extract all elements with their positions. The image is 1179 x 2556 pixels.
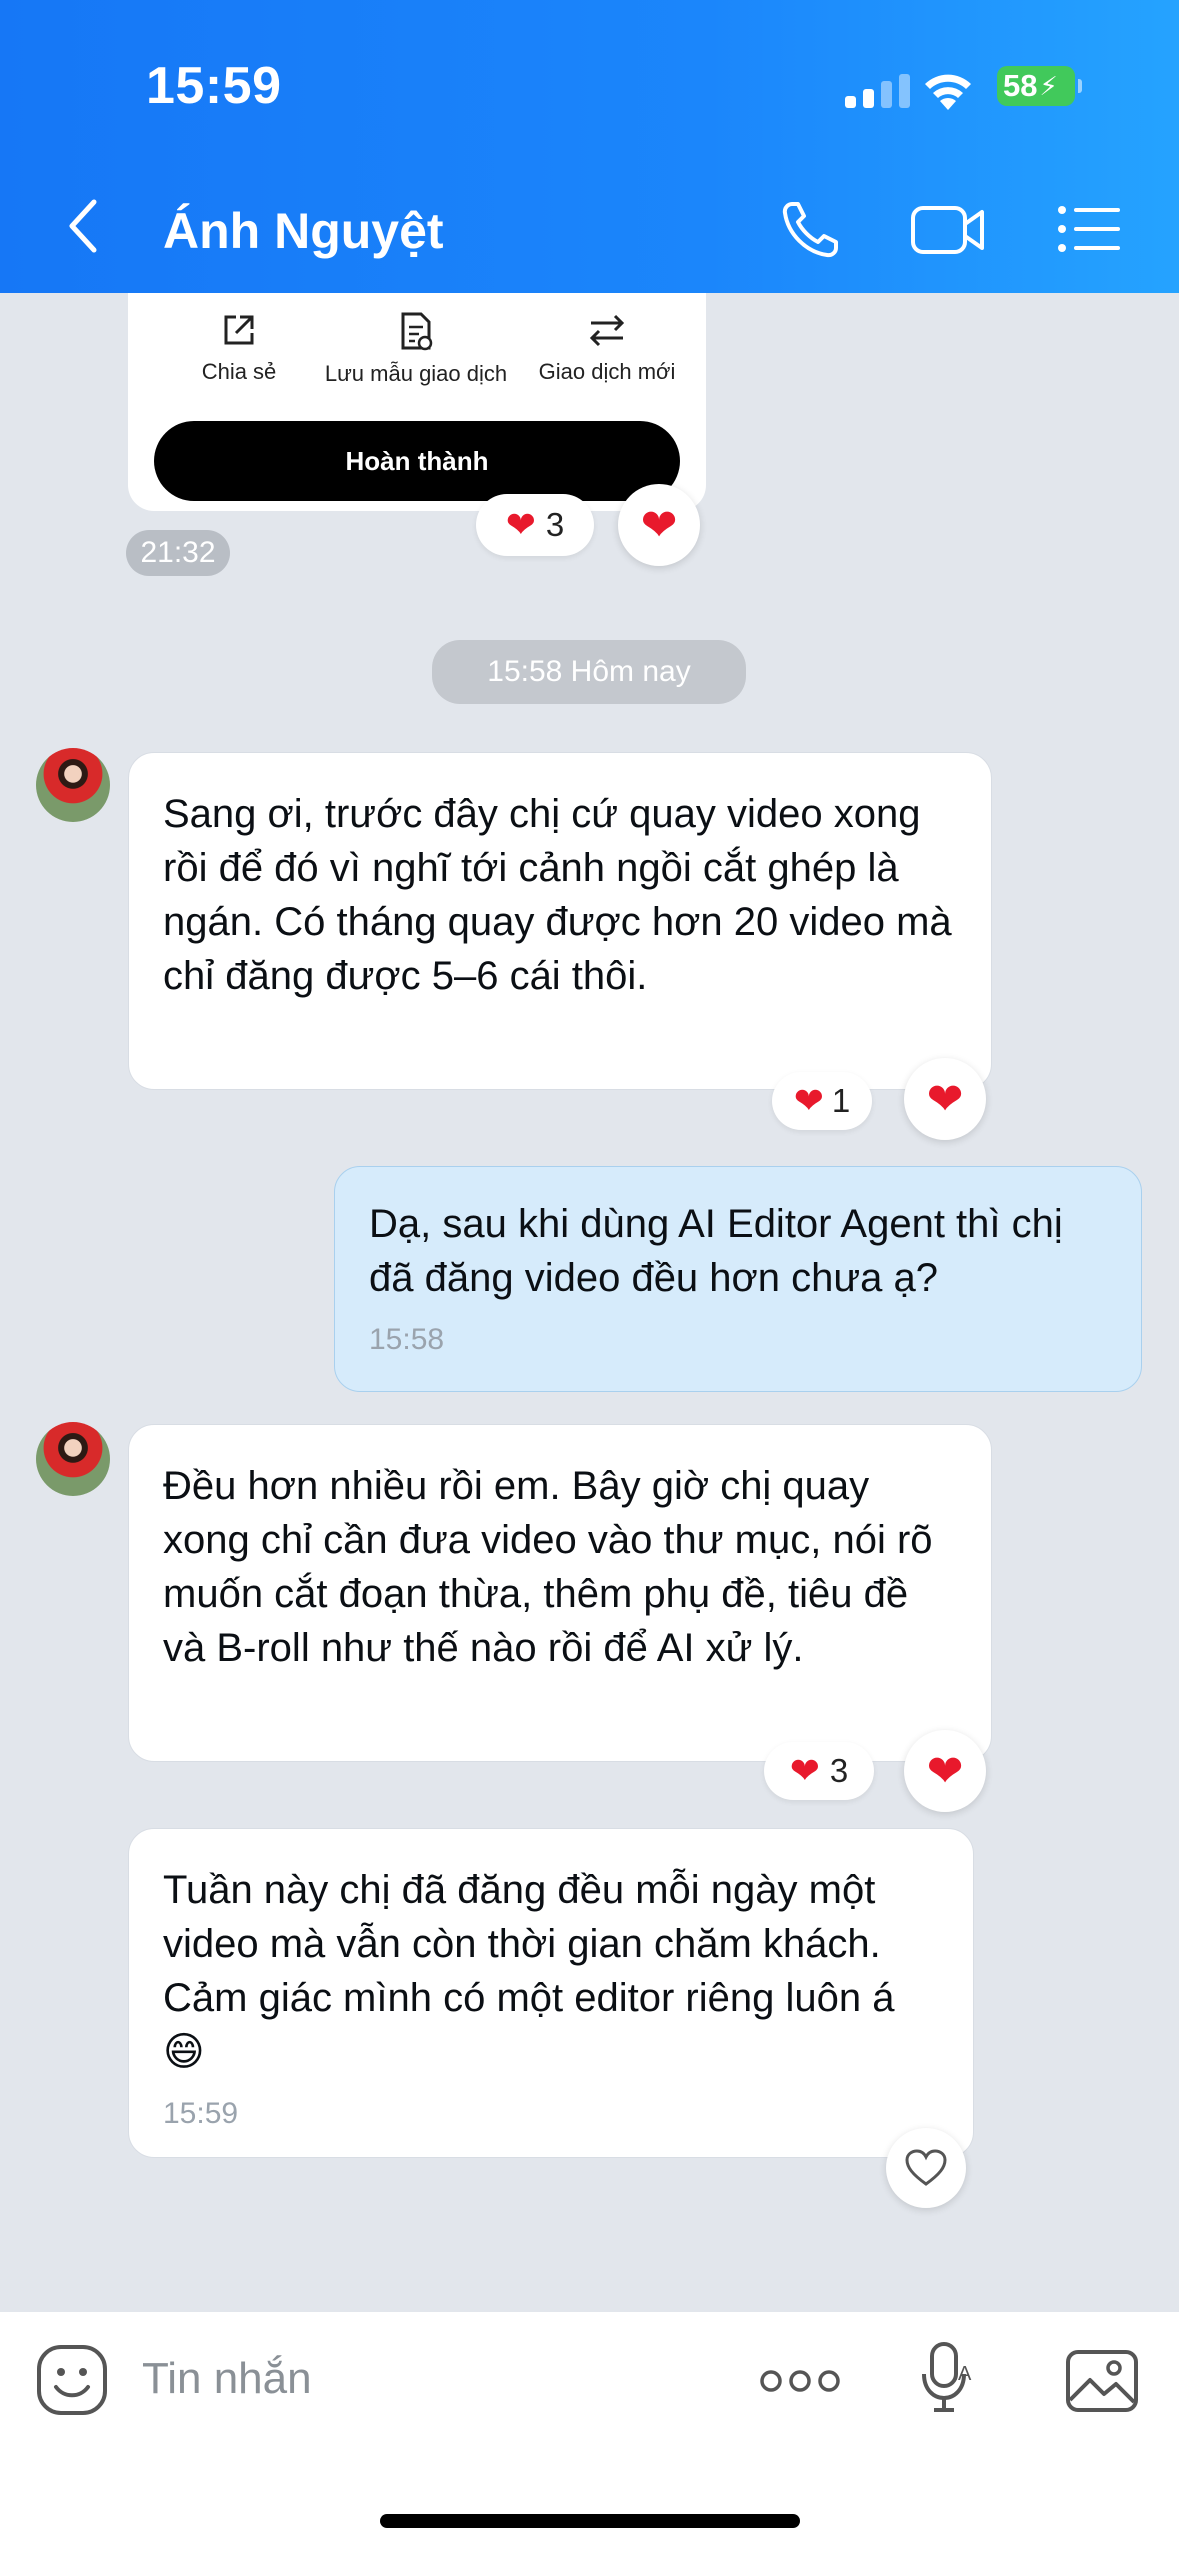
heart-filled-icon: ❤ — [926, 1074, 964, 1124]
reaction-count-pill[interactable]: ❤ 1 — [772, 1072, 872, 1130]
photo-gallery-icon[interactable] — [1064, 2348, 1140, 2414]
chat-header: 15:59 58 ⚡ Ánh Nguyệt — [0, 0, 1179, 293]
share-label: Chia sẻ — [201, 359, 277, 384]
reaction-count-pill[interactable]: ❤ 3 — [476, 494, 594, 556]
share-action[interactable]: Chia sẻ — [184, 311, 294, 385]
wifi-icon — [925, 74, 971, 110]
message-time: 15:58 — [369, 1323, 445, 1356]
transaction-receipt-card: Chia sẻ Lưu mẫu giao dịch Giao dịch mới … — [128, 293, 706, 511]
status-time: 15:59 — [146, 57, 282, 115]
done-button[interactable]: Hoàn thành — [154, 421, 680, 501]
message-bubble-received[interactable]: Sang ơi, trước đây chị cứ quay video xon… — [128, 752, 992, 1090]
message-bubble-received[interactable]: Tuần này chị đã đăng đều mỗi ngày một vi… — [128, 1828, 974, 2158]
reaction-count: 1 — [831, 1082, 851, 1119]
message-bubble-sent[interactable]: Dạ, sau khi dùng AI Editor Agent thì chị… — [334, 1166, 1142, 1392]
heart-emoji-icon: ❤ — [789, 1750, 820, 1791]
share-icon — [224, 315, 254, 345]
battery-level: 58 — [1003, 68, 1038, 103]
message-text: Đều hơn nhiều rồi em. Bây giờ chị quay x… — [163, 1464, 933, 1670]
document-save-icon — [401, 312, 433, 351]
message-text: Sang ơi, trước đây chị cứ quay video xon… — [163, 792, 952, 998]
reaction-count-pill[interactable]: ❤ 3 — [764, 1742, 874, 1800]
react-heart-button[interactable]: ❤ — [904, 1730, 986, 1812]
save-template-label: Lưu mẫu giao dịch — [324, 361, 508, 386]
reaction-count: 3 — [829, 1752, 849, 1789]
more-options-icon[interactable] — [758, 2366, 842, 2396]
message-text: Dạ, sau khi dùng AI Editor Agent thì chị… — [369, 1202, 1063, 1300]
home-indicator[interactable] — [380, 2514, 800, 2528]
message-text: Tuần này chị đã đăng đều mỗi ngày một vi… — [163, 1868, 895, 2074]
cellular-signal-icon — [845, 74, 910, 108]
emoji-sticker-icon[interactable] — [34, 2342, 110, 2418]
heart-outline-icon — [905, 2149, 947, 2186]
contact-name[interactable]: Ánh Nguyệt — [163, 202, 444, 260]
swap-arrows-icon — [589, 314, 625, 347]
react-heart-button[interactable]: ❤ — [904, 1058, 986, 1140]
message-time: 15:59 — [163, 2097, 239, 2130]
message-bubble-received[interactable]: Đều hơn nhiều rồi em. Bây giờ chị quay x… — [128, 1424, 992, 1762]
save-template-action[interactable]: Lưu mẫu giao dịch — [316, 311, 516, 387]
back-chevron-icon[interactable] — [60, 196, 110, 256]
react-heart-button[interactable] — [886, 2128, 966, 2208]
heart-emoji-icon: ❤ — [793, 1080, 824, 1121]
react-heart-button[interactable]: ❤ — [618, 484, 700, 566]
new-transaction-label: Giao dịch mới — [538, 359, 676, 384]
heart-filled-icon: ❤ — [640, 500, 678, 550]
date-divider: 15:58 Hôm nay — [432, 640, 746, 704]
heart-emoji-icon: ❤ — [505, 504, 536, 545]
menu-list-icon[interactable] — [1054, 196, 1124, 262]
message-input[interactable]: Tin nhắn — [142, 2354, 312, 2404]
svg-text:A: A — [958, 2363, 972, 2385]
new-transaction-action[interactable]: Giao dịch mới — [532, 311, 682, 385]
contact-avatar[interactable] — [36, 1422, 110, 1496]
battery-indicator: 58 ⚡ — [997, 66, 1082, 106]
charging-bolt-icon: ⚡ — [1039, 70, 1058, 101]
reaction-count: 3 — [545, 506, 565, 543]
message-time-chip: 21:32 — [126, 530, 230, 576]
heart-filled-icon: ❤ — [926, 1746, 964, 1796]
contact-avatar[interactable] — [36, 748, 110, 822]
phone-call-icon[interactable] — [778, 196, 848, 262]
voice-to-text-icon[interactable]: A — [918, 2340, 978, 2416]
video-call-icon[interactable] — [908, 196, 988, 262]
